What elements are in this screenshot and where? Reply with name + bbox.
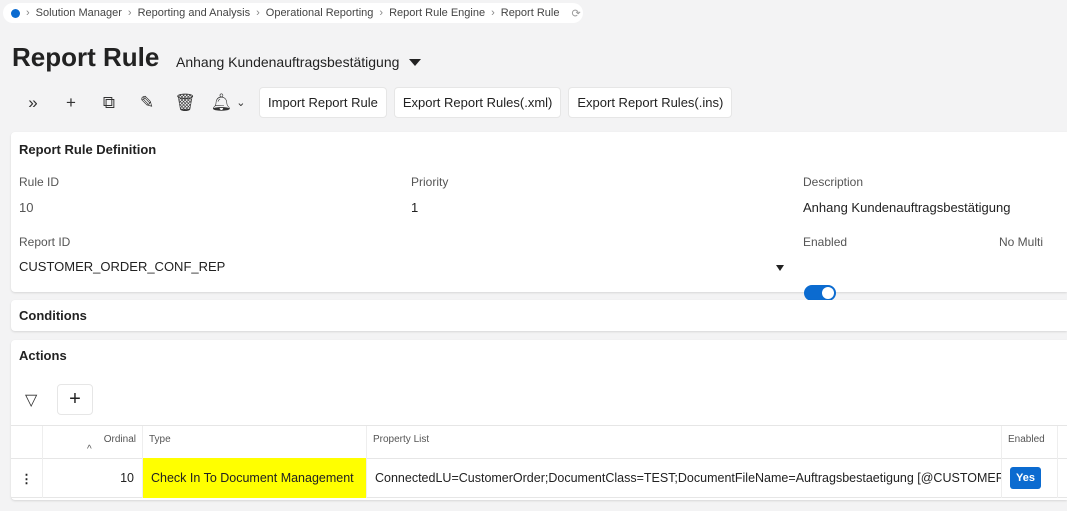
filter-icon[interactable]: ▽ [25, 390, 37, 410]
section-header: Conditions [19, 308, 87, 323]
row-menu-icon[interactable]: ⋮ [11, 458, 43, 498]
breadcrumb: › Solution Manager › Reporting and Analysi… [3, 3, 583, 23]
export-ins-button[interactable]: Export Report Rules(.ins) [568, 87, 733, 118]
report-id-select[interactable]: CUSTOMER_ORDER_CONF_REP [19, 259, 784, 274]
record-name: Anhang Kundenauftragsbestätigung [176, 54, 400, 70]
page-title: Report Rule [12, 42, 160, 72]
column-header-type[interactable]: Type [143, 426, 367, 458]
enabled-label: Enabled [803, 235, 848, 249]
cell-ordinal: 10 [43, 458, 143, 498]
section-header: Actions [19, 348, 67, 363]
bell-icon[interactable]: 🔔︎ ⌄ [204, 88, 252, 118]
actions-card: Actions ▽ + Ordinal ^ Type Property List … [11, 340, 1067, 500]
priority-field[interactable]: 1 [411, 200, 418, 215]
column-header-ordinal[interactable]: Ordinal ^ [43, 426, 143, 458]
import-report-rule-button[interactable]: Import Report Rule [259, 87, 387, 118]
breadcrumb-item[interactable]: Operational Reporting [266, 7, 374, 19]
column-header-property-list[interactable]: Property List [367, 426, 1002, 458]
rule-id-label: Rule ID [19, 175, 60, 189]
description-label: Description [803, 175, 864, 189]
refresh-icon[interactable]: ⟳ [571, 7, 580, 20]
actions-table: Ordinal ^ Type Property List Enabled ⋮ 10… [11, 425, 1067, 498]
record-selector[interactable]: Anhang Kundenauftragsbestätigung [176, 54, 422, 70]
breadcrumb-item[interactable]: Reporting and Analysis [138, 7, 251, 19]
add-icon[interactable]: + [52, 88, 90, 118]
column-header-enabled[interactable]: Enabled [1002, 426, 1058, 458]
export-xml-button[interactable]: Export Report Rules(.xml) [393, 87, 562, 118]
breadcrumb-item[interactable]: Report Rule Engine [389, 7, 485, 19]
breadcrumb-item[interactable]: Solution Manager [36, 7, 122, 19]
edit-icon[interactable]: ✎ [128, 88, 166, 118]
home-icon[interactable] [11, 8, 20, 18]
breadcrumb-item: Report Rule [500, 7, 560, 19]
toolbar: » + ⧉ ✎ 🗑 🔔︎ ⌄ Import Report Rule Export … [14, 87, 733, 118]
enabled-toggle[interactable] [804, 285, 836, 301]
cell-type: Check In To Document Management [143, 458, 367, 498]
section-header: Report Rule Definition [19, 142, 157, 157]
rule-id-value: 10 [19, 200, 34, 215]
caret-down-icon [409, 58, 422, 66]
conditions-card[interactable]: Conditions [11, 300, 1067, 331]
expand-icon[interactable]: » [14, 88, 52, 118]
add-action-button[interactable]: + [57, 384, 93, 415]
no-multi-label: No Multi [999, 235, 1044, 249]
report-id-value: CUSTOMER_ORDER_CONF_REP [19, 259, 226, 274]
delete-icon[interactable]: 🗑 [166, 88, 204, 118]
priority-label: Priority [411, 175, 449, 189]
report-id-label: Report ID [19, 235, 71, 249]
description-field[interactable]: Anhang Kundenauftragsbestätigung [803, 200, 1010, 215]
enabled-badge: Yes [1010, 467, 1041, 489]
definition-card: Report Rule Definition Rule ID 10 Priori… [11, 132, 1067, 317]
cell-property-list: ConnectedLU=CustomerOrder;DocumentClass=… [367, 458, 1002, 498]
duplicate-icon[interactable]: ⧉ [90, 88, 128, 118]
dropdown-icon [776, 265, 784, 271]
